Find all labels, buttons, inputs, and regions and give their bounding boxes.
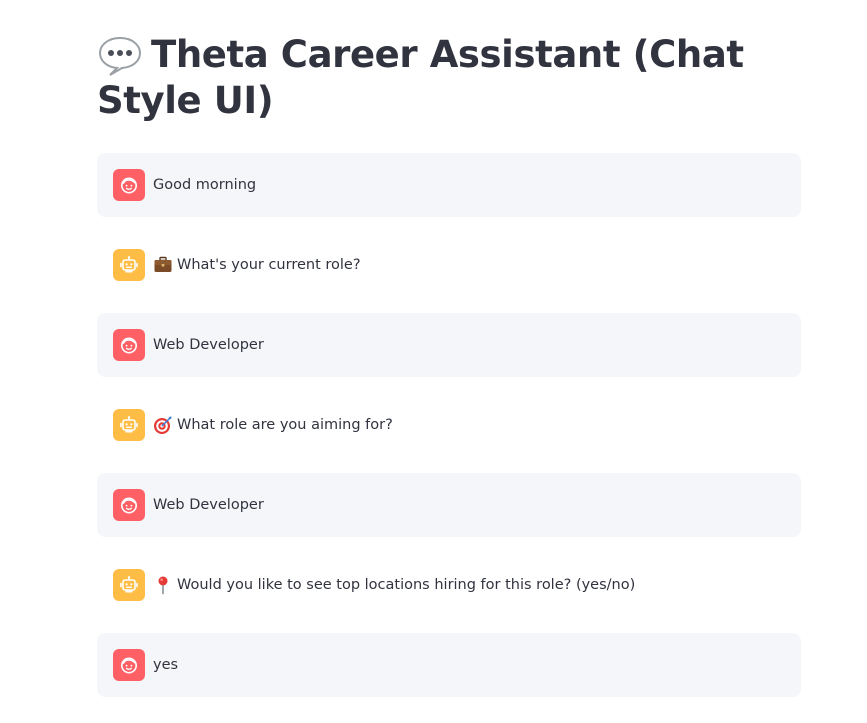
robot-icon [113,409,145,441]
message-content: Web Developer [153,337,264,353]
message-content: Good morning [153,177,257,193]
message-content: Would you like to see top locations hiri… [177,577,636,593]
main-content: Theta Career Assistant (Chat Style UI) G… [97,0,801,713]
robot-icon [113,569,145,601]
user-face-icon [113,649,145,681]
user-message: Web Developer [97,313,801,377]
user-face-icon [113,489,145,521]
page-title: Theta Career Assistant (Chat Style UI) [97,32,801,124]
briefcase-icon [153,255,173,275]
user-message: yes [97,633,801,697]
message-text: Would you like to see top locations hiri… [153,575,635,595]
message-content: Web Developer [153,497,264,513]
user-message: Web Developer [97,473,801,537]
message-text: Web Developer [153,495,264,515]
message-text: Web Developer [153,335,264,355]
page-title-text: Theta Career Assistant (Chat Style UI) [97,33,744,122]
user-message: Good morning [97,153,801,217]
target-icon [153,415,173,435]
user-face-icon [113,329,145,361]
assistant-message: What role are you aiming for? [97,393,801,457]
chat-message-list: Good morning What's your current role? Web… [97,153,801,697]
robot-icon [113,249,145,281]
message-text: yes [153,655,178,675]
user-face-icon [113,169,145,201]
message-text: What role are you aiming for? [153,415,393,435]
speech-balloon-icon [97,32,143,78]
message-content: yes [153,657,179,673]
message-text: Good morning [153,175,256,195]
pin-icon [153,575,173,595]
message-content: What role are you aiming for? [177,417,393,433]
message-text: What's your current role? [153,255,361,275]
assistant-message: What's your current role? [97,233,801,297]
message-content: What's your current role? [177,257,361,273]
assistant-message: Would you like to see top locations hiri… [97,553,801,617]
